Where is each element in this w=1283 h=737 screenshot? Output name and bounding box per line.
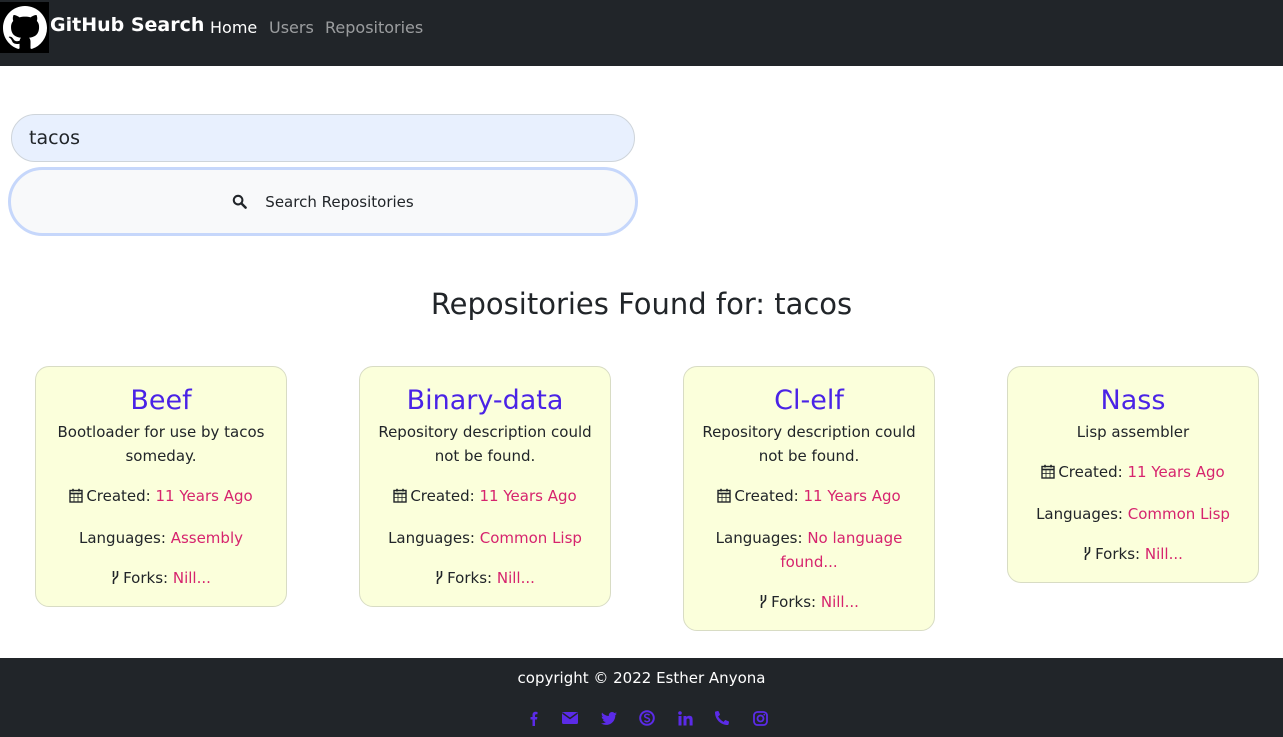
github-logo-icon[interactable]: [0, 2, 49, 53]
footer: copyright © 2022 Esther Anyona: [0, 658, 1283, 737]
fork-icon: [435, 568, 444, 592]
phone-icon[interactable]: [713, 710, 731, 726]
skype-icon[interactable]: [638, 710, 656, 726]
repo-created: Created: 11 Years Ago: [1020, 460, 1246, 486]
repo-forks: Forks: Nill...: [1020, 542, 1246, 568]
repo-languages: Languages: Common Lisp: [1020, 502, 1246, 526]
forks-label: Forks:: [447, 569, 493, 587]
forks-value: Nill...: [496, 569, 535, 587]
calendar-icon: [717, 486, 732, 510]
repo-languages: Languages: Assembly: [48, 526, 274, 550]
languages-label: Languages:: [79, 529, 166, 547]
calendar-icon: [69, 486, 84, 510]
languages-value: Assembly: [170, 529, 243, 547]
nav-users[interactable]: Users: [269, 18, 314, 37]
search-button-label: Search Repositories: [265, 192, 414, 211]
fork-icon: [1083, 544, 1092, 568]
linkedin-icon[interactable]: [676, 710, 694, 726]
languages-label: Languages:: [715, 529, 803, 547]
languages-value: Common Lisp: [1127, 505, 1230, 523]
results-heading: Repositories Found for: tacos: [430, 287, 853, 321]
fork-icon: [111, 568, 120, 592]
search-input[interactable]: [11, 114, 635, 162]
repo-created: Created: 11 Years Ago: [696, 484, 922, 510]
brand-title[interactable]: GitHub Search: [50, 14, 204, 36]
nav-home[interactable]: Home: [210, 18, 257, 37]
created-value: 11 Years Ago: [803, 487, 901, 505]
repo-card: Cl-elf Repository description could not …: [683, 366, 935, 631]
search-icon: [232, 194, 248, 209]
repo-card: Beef Bootloader for use by tacos someday…: [35, 366, 287, 607]
created-label: Created:: [734, 487, 799, 505]
created-label: Created:: [1058, 463, 1123, 481]
repo-card: Binary-data Repository description could…: [359, 366, 611, 607]
nav-repositories[interactable]: Repositories: [325, 18, 423, 37]
repo-forks: Forks: Nill...: [48, 566, 274, 592]
envelope-icon[interactable]: [561, 710, 579, 726]
languages-label: Languages:: [1036, 505, 1123, 523]
repo-name-link[interactable]: Nass: [1020, 383, 1246, 419]
created-label: Created:: [410, 487, 475, 505]
repo-description: Repository description could not be foun…: [702, 423, 916, 465]
repo-forks: Forks: Nill...: [372, 566, 598, 592]
repo-created: Created: 11 Years Ago: [48, 484, 274, 510]
repo-description: Bootloader for use by tacos someday.: [57, 423, 265, 465]
repo-name-link[interactable]: Beef: [48, 383, 274, 419]
repo-description: Lisp assembler: [1076, 423, 1190, 441]
created-value: 11 Years Ago: [479, 487, 577, 505]
search-repositories-button[interactable]: Search Repositories: [8, 167, 638, 236]
languages-value: Common Lisp: [479, 529, 582, 547]
repo-card: Nass Lisp assembler Created: 11 Years Ag…: [1007, 366, 1259, 583]
forks-value: Nill...: [1144, 545, 1183, 563]
calendar-icon: [393, 486, 408, 510]
navbar: GitHub Search Home Users Repositories: [0, 0, 1283, 66]
repo-languages: Languages: No language found...: [696, 526, 922, 574]
created-value: 11 Years Ago: [1127, 463, 1225, 481]
fork-icon: [759, 592, 768, 616]
instagram-icon[interactable]: [751, 710, 769, 726]
created-label: Created:: [86, 487, 151, 505]
forks-value: Nill...: [172, 569, 211, 587]
repo-name-link[interactable]: Binary-data: [372, 383, 598, 419]
forks-label: Forks:: [771, 593, 817, 611]
twitter-icon[interactable]: [600, 710, 618, 726]
forks-label: Forks:: [1095, 545, 1141, 563]
repo-created: Created: 11 Years Ago: [372, 484, 598, 510]
repo-name-link[interactable]: Cl-elf: [696, 383, 922, 419]
forks-label: Forks:: [123, 569, 169, 587]
copyright-text: copyright © 2022 Esther Anyona: [517, 669, 766, 687]
repo-description: Repository description could not be foun…: [378, 423, 592, 465]
languages-label: Languages:: [388, 529, 475, 547]
repo-forks: Forks: Nill...: [696, 590, 922, 616]
created-value: 11 Years Ago: [155, 487, 253, 505]
repo-languages: Languages: Common Lisp: [372, 526, 598, 550]
facebook-icon[interactable]: [524, 710, 542, 726]
calendar-icon: [1041, 462, 1056, 486]
forks-value: Nill...: [820, 593, 859, 611]
